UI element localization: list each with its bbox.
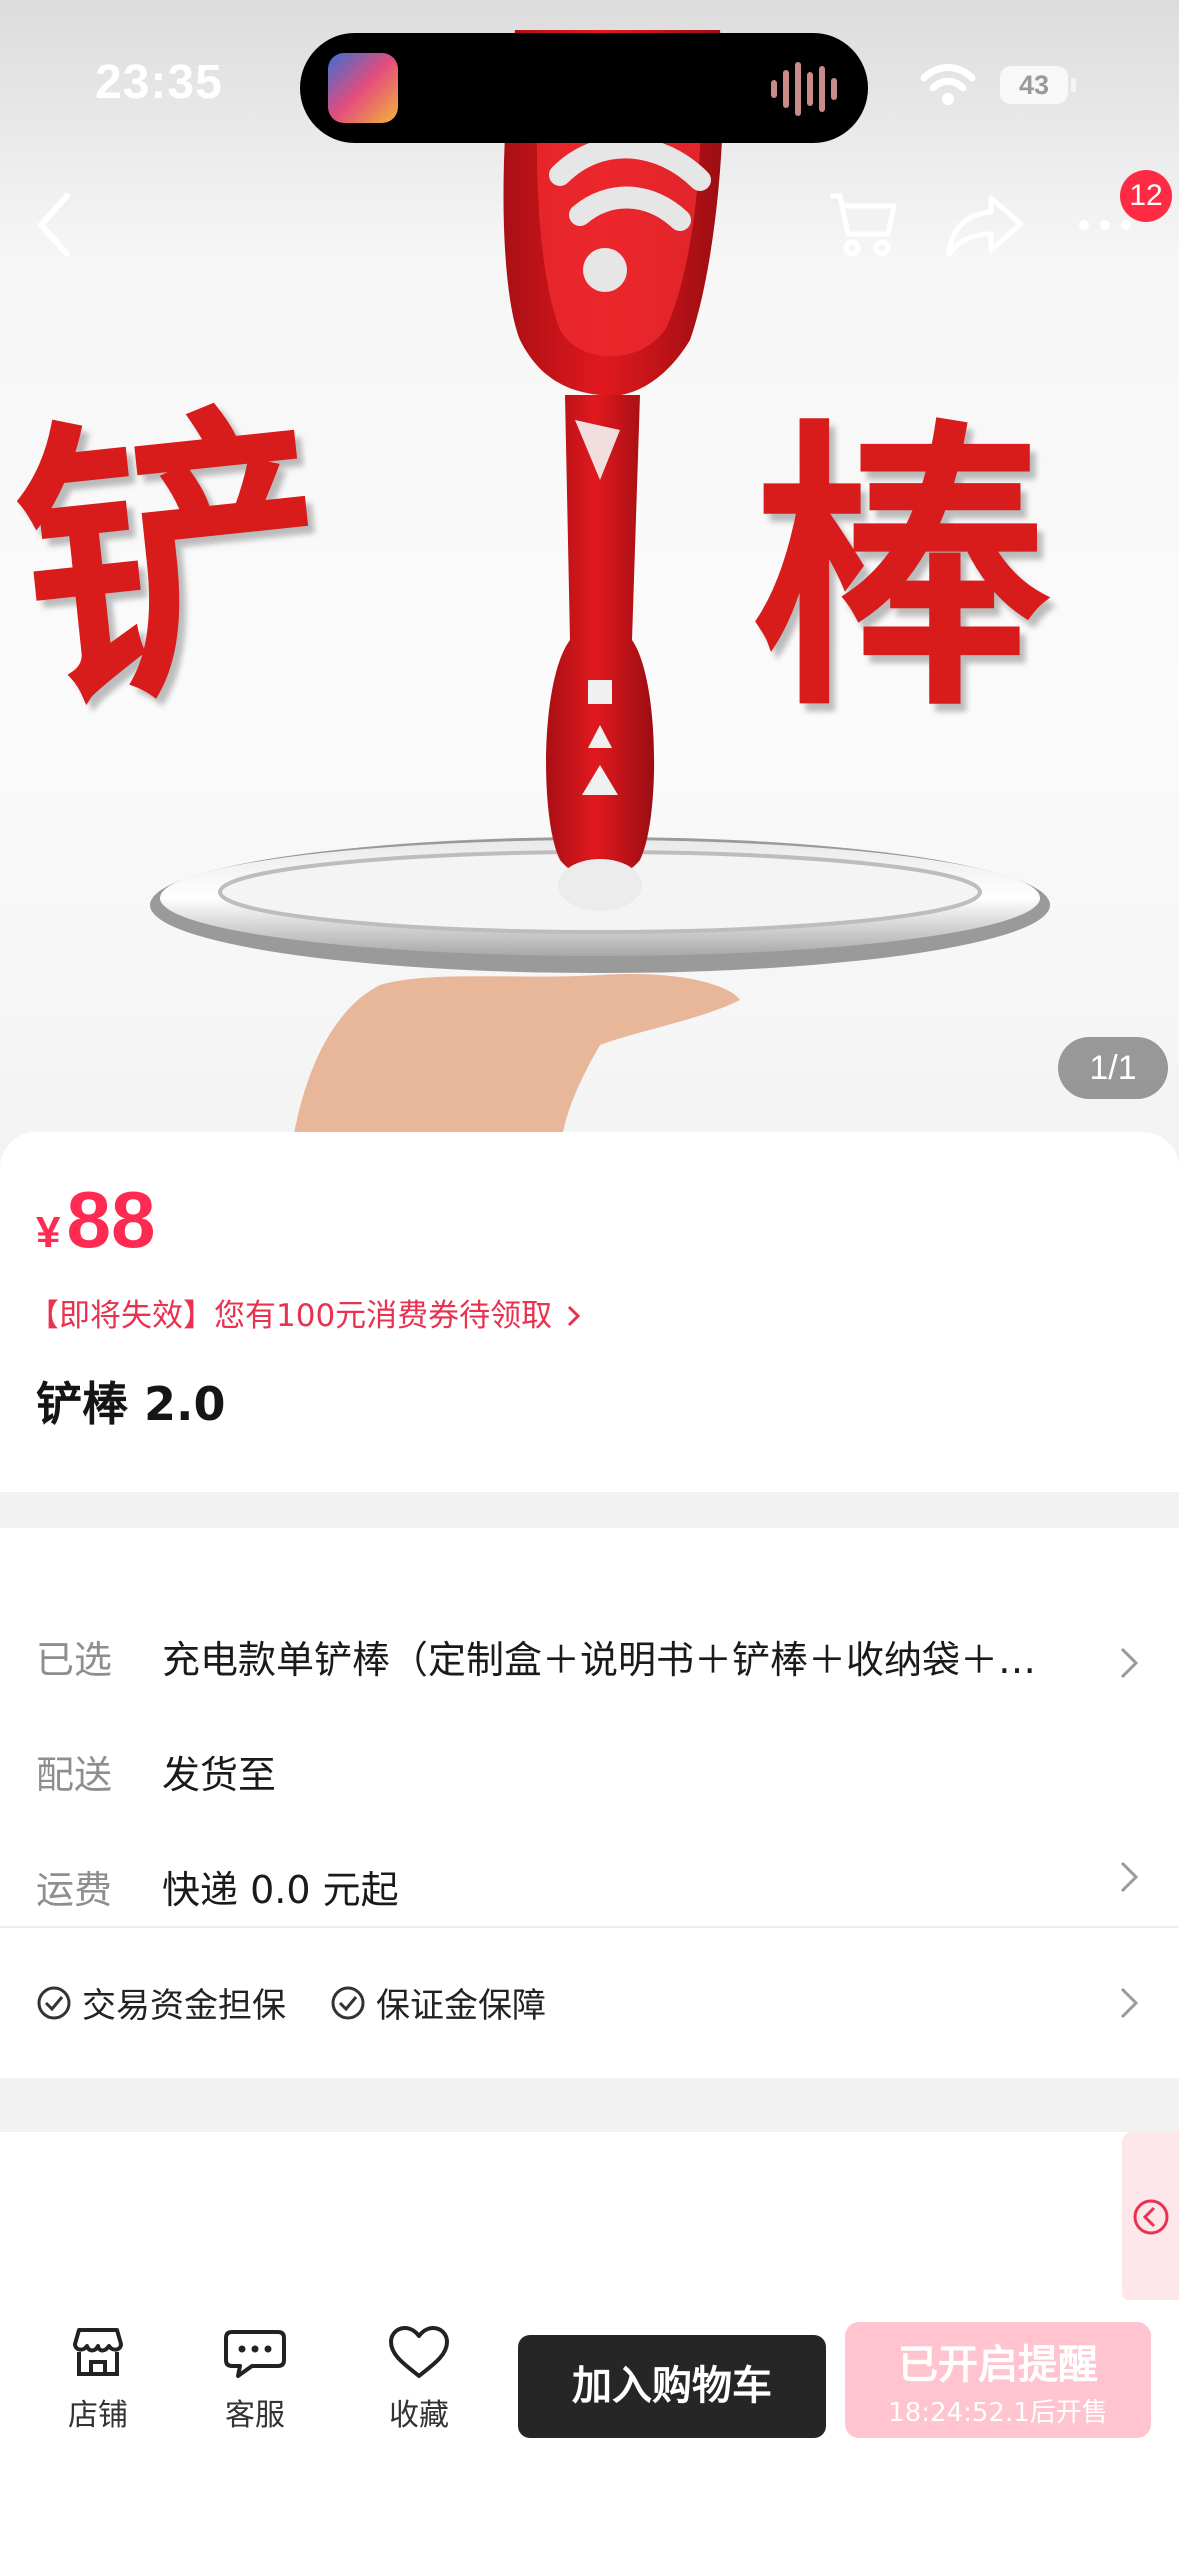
sale-countdown: 18:24:52.1后开售 xyxy=(888,2398,1108,2428)
guarantee-label: 交易资金担保 xyxy=(82,1986,286,2026)
selected-label: 已选 xyxy=(36,1638,113,1682)
battery-indicator: 43 xyxy=(1000,66,1076,104)
bottom-action-bar: 店铺 客服 收藏 加入购物车 已开启提醒 18:24:52.1后开售 xyxy=(0,2300,1179,2556)
wifi-icon xyxy=(920,64,976,105)
store-icon xyxy=(73,2328,123,2376)
audio-waveform-icon xyxy=(771,62,837,116)
chevron-right-icon xyxy=(1120,1987,1139,2019)
top-nav xyxy=(0,180,1179,280)
shipping-fee-value: 快递 0.0 元起 xyxy=(162,1868,399,1912)
chevron-left-circle-icon xyxy=(1133,2199,1168,2235)
dynamic-island[interactable] xyxy=(300,33,868,143)
reminder-button[interactable]: 已开启提醒 18:24:52.1后开售 xyxy=(845,2322,1151,2438)
chat-bubble-icon xyxy=(224,2330,286,2378)
delivery-label: 配送 xyxy=(36,1753,113,1797)
add-to-cart-button[interactable]: 加入购物车 xyxy=(518,2335,826,2438)
status-time: 23:35 xyxy=(95,56,223,109)
back-button[interactable] xyxy=(10,180,100,270)
delivery-row[interactable]: 配送 发货至 xyxy=(0,1725,1179,1825)
chevron-right-icon xyxy=(1120,1861,1139,1893)
price-value: 88 xyxy=(66,1175,156,1264)
customer-service-tab[interactable]: 客服 xyxy=(190,2324,320,2434)
check-circle-icon xyxy=(37,1986,71,2019)
product-title: 铲棒 2.0 xyxy=(36,1377,226,1431)
shipping-fee-label: 运费 xyxy=(36,1868,113,1912)
store-label: 店铺 xyxy=(68,2398,128,2433)
coupon-text: 【即将失效】您有100元消费券待领取 xyxy=(28,1298,553,1334)
selected-value: 充电款单铲棒（定制盒＋说明书＋铲棒＋收纳袋＋… xyxy=(162,1638,1037,1682)
favorite-label: 收藏 xyxy=(389,2398,449,2433)
hero-character-right: 棒 xyxy=(750,393,1050,746)
guarantee-label: 保证金保障 xyxy=(376,1986,546,2026)
side-collapse-tab[interactable] xyxy=(1122,2132,1179,2302)
guarantee-item: 保证金保障 xyxy=(330,1978,546,2027)
delivery-value: 发货至 xyxy=(162,1753,277,1797)
hero-character-left: 铲 xyxy=(2,368,338,751)
image-counter: 1/1 xyxy=(1058,1037,1168,1099)
chevron-right-icon xyxy=(1120,1647,1139,1679)
options-card: 已选 充电款单铲棒（定制盒＋说明书＋铲棒＋收纳袋＋… 配送 发货至 运费 快递 … xyxy=(0,1528,1179,1928)
status-bar: 23:35 43 xyxy=(0,0,1179,143)
share-button[interactable] xyxy=(940,180,1030,270)
favorite-tab[interactable]: 收藏 xyxy=(354,2324,484,2434)
selected-spec-row[interactable]: 已选 充电款单铲棒（定制盒＋说明书＋铲棒＋收纳袋＋… xyxy=(0,1610,1179,1710)
cart-icon xyxy=(830,193,897,257)
price: ¥88 xyxy=(36,1174,155,1266)
share-icon xyxy=(946,195,1024,257)
guarantee-row[interactable]: 交易资金担保 保证金保障 xyxy=(0,1928,1179,2078)
guarantee-item: 交易资金担保 xyxy=(36,1978,286,2027)
check-circle-icon xyxy=(331,1986,365,2019)
customer-service-label: 客服 xyxy=(225,2398,285,2433)
product-image[interactable]: 铲 棒 1/1 xyxy=(0,0,1179,1160)
chevron-right-icon xyxy=(567,1305,581,1327)
currency-symbol: ¥ xyxy=(36,1208,61,1257)
price-card: ¥88 【即将失效】您有100元消费券待领取 铲棒 2.0 xyxy=(0,1132,1179,1492)
store-tab[interactable]: 店铺 xyxy=(33,2324,163,2434)
reminder-label: 已开启提醒 xyxy=(898,2342,1098,2388)
now-playing-thumbnail xyxy=(328,53,398,123)
shipping-fee-row[interactable]: 运费 快递 0.0 元起 xyxy=(0,1840,1179,1940)
cart-button[interactable] xyxy=(817,180,907,270)
cart-badge: 12 xyxy=(1120,170,1172,222)
heart-icon xyxy=(389,2326,449,2378)
back-arrow-icon xyxy=(38,193,70,257)
more-dots-icon xyxy=(1079,220,1131,230)
coupon-link[interactable]: 【即将失效】您有100元消费券待领取 xyxy=(28,1290,582,1335)
